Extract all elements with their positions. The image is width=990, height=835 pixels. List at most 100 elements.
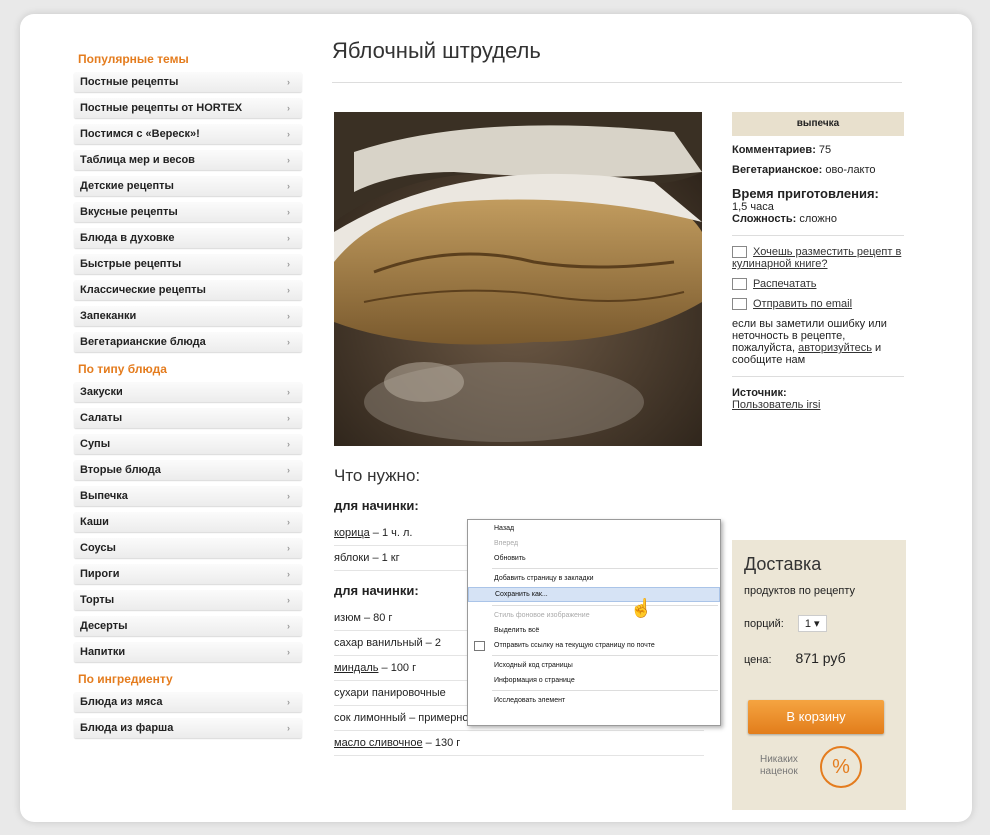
context-menu-label: Сохранить как... xyxy=(495,591,548,598)
envelope-icon xyxy=(732,298,747,311)
context-menu-item[interactable]: Добавить страницу в закладки xyxy=(468,572,720,585)
sidebar-item[interactable]: Торты › xyxy=(74,590,302,610)
ingredient-link[interactable]: корица xyxy=(334,527,370,539)
print-row: Распечатать xyxy=(732,278,904,291)
chevron-right-icon: › xyxy=(287,207,290,217)
sidebar-item-label: Таблица мер и весов xyxy=(80,154,195,166)
add-to-cart-button[interactable]: В корзину xyxy=(748,700,884,734)
sidebar-item[interactable]: Вегетарианские блюда › xyxy=(74,332,302,352)
context-menu-label: Добавить страницу в закладки xyxy=(494,575,594,582)
sidebar-item[interactable]: Блюда в духовке › xyxy=(74,228,302,248)
chevron-right-icon: › xyxy=(287,491,290,501)
sidebar-item-label: Блюда из фарша xyxy=(80,722,174,734)
ingredient-name: яблоки xyxy=(334,552,370,564)
sidebar-item[interactable]: Классические рецепты › xyxy=(74,280,302,300)
context-menu-label: Выделить всё xyxy=(494,627,540,634)
email-row: Отправить по email xyxy=(732,298,904,311)
category-badge[interactable]: выпечка xyxy=(732,112,904,136)
sidebar-item[interactable]: Пироги › xyxy=(74,564,302,584)
hand-cursor-icon: ☝ xyxy=(630,598,653,618)
ingredient-link[interactable]: масло сливочное xyxy=(334,737,423,749)
error-report: если вы заметили ошибку или неточность в… xyxy=(732,318,904,366)
chevron-right-icon: › xyxy=(287,155,290,165)
sidebar-item[interactable]: Блюда из фарша › xyxy=(74,718,302,738)
comments-label: Комментариев: xyxy=(732,144,816,156)
sidebar-item[interactable]: Запеканки › xyxy=(74,306,302,326)
delivery-subtitle: продуктов по рецепту xyxy=(744,585,856,597)
place-recipe-row: Хочешь разместить рецепт в кулинарной кн… xyxy=(732,246,904,270)
chevron-right-icon: › xyxy=(287,129,290,139)
sidebar-item[interactable]: Каши › xyxy=(74,512,302,532)
sidebar-item-label: Быстрые рецепты xyxy=(80,258,182,270)
portions-select[interactable]: 1 ▾ xyxy=(797,615,827,632)
sidebar-item-label: Десерты xyxy=(80,620,128,632)
chevron-right-icon: › xyxy=(287,103,290,113)
sidebar-item[interactable]: Салаты › xyxy=(74,408,302,428)
vegetarian-label: Вегетарианское: xyxy=(732,164,823,176)
sidebar-item[interactable]: Закуски › xyxy=(74,382,302,402)
printer-icon xyxy=(732,278,747,291)
sidebar-item[interactable]: Десерты › xyxy=(74,616,302,636)
sidebar-item-label: Закуски xyxy=(80,386,123,398)
login-link[interactable]: авторизуйтесь xyxy=(798,342,872,354)
context-menu: Назад Вперед Обновить Добавить страницу в з… xyxy=(467,519,721,726)
sidebar-item[interactable]: Детские рецепты › xyxy=(74,176,302,196)
sidebar-section-title: По ингредиенту xyxy=(78,672,173,686)
portions-value: 1 xyxy=(804,618,811,630)
sidebar-item[interactable]: Постимся с «Вереск»! › xyxy=(74,124,302,144)
sidebar-item[interactable]: Напитки › xyxy=(74,642,302,662)
sidebar-item-label: Каши xyxy=(80,516,109,528)
context-menu-item[interactable]: Сохранить как... xyxy=(468,587,720,602)
main-content: Яблочный штрудель выпечка Комментариев: … xyxy=(332,38,906,810)
ingredient-link[interactable]: миндаль xyxy=(334,662,378,674)
sidebar-item-label: Запеканки xyxy=(80,310,137,322)
email-link[interactable]: Отправить по email xyxy=(753,298,852,310)
context-menu-label: Исходный код страницы xyxy=(494,662,573,669)
ingredient-amount: – 130 г xyxy=(422,737,461,749)
sidebar-item-label: Напитки xyxy=(80,646,126,658)
chevron-right-icon: › xyxy=(287,181,290,191)
context-menu-item[interactable]: Отправить ссылку на текущую страницу по … xyxy=(468,639,720,652)
time-value: 1,5 часа xyxy=(732,201,774,213)
divider xyxy=(732,235,904,236)
chevron-right-icon: › xyxy=(287,387,290,397)
context-menu-item[interactable]: Назад xyxy=(468,522,720,535)
chevron-right-icon: › xyxy=(287,77,290,87)
vegetarian-value: ово-лакто xyxy=(825,164,876,176)
sidebar-item[interactable]: Соусы › xyxy=(74,538,302,558)
sidebar-item[interactable]: Быстрые рецепты › xyxy=(74,254,302,274)
context-menu-item[interactable]: Информация о странице xyxy=(468,674,720,687)
context-menu-item: Вперед xyxy=(468,537,720,550)
sidebar-item[interactable]: Постные рецепты от HORTEX › xyxy=(74,98,302,118)
ingredient-amount: – 2 xyxy=(422,637,441,649)
sidebar-section: Популярные темы Постные рецепты › Постные р… xyxy=(74,52,302,352)
sidebar-item-label: Детские рецепты xyxy=(80,180,174,192)
sidebar-item-label: Торты xyxy=(80,594,115,606)
price-row: цена: 871 руб xyxy=(744,650,906,666)
source-link[interactable]: Пользователь irsi xyxy=(732,399,904,411)
context-menu-label: Информация о странице xyxy=(494,677,575,684)
place-recipe-link[interactable]: Хочешь разместить рецепт в кулинарной кн… xyxy=(732,246,901,270)
sidebar-item[interactable]: Блюда из мяса › xyxy=(74,692,302,712)
context-menu-item[interactable]: Исходный код страницы xyxy=(468,659,720,672)
chevron-right-icon: › xyxy=(287,311,290,321)
chevron-right-icon: › xyxy=(287,697,290,707)
context-menu-item[interactable]: Исследовать элемент xyxy=(468,694,720,707)
context-menu-item[interactable]: Выделить всё xyxy=(468,624,720,637)
comments-value: 75 xyxy=(818,144,832,156)
chevron-right-icon: › xyxy=(287,465,290,475)
divider xyxy=(732,376,904,378)
difficulty-row: Сложность: сложно xyxy=(732,213,904,225)
print-link[interactable]: Распечатать xyxy=(753,278,816,290)
vegetarian-row: Вегетарианское: ово-лакто xyxy=(732,164,904,176)
chevron-right-icon: › xyxy=(287,259,290,269)
sidebar-item[interactable]: Вторые блюда › xyxy=(74,460,302,480)
delivery-box: Доставка продуктов по рецепту порций: 1 ▾… xyxy=(732,540,906,810)
sidebar-item[interactable]: Таблица мер и весов › xyxy=(74,150,302,170)
sidebar-item[interactable]: Выпечка › xyxy=(74,486,302,506)
sidebar-item[interactable]: Вкусные рецепты › xyxy=(74,202,302,222)
sidebar-item[interactable]: Супы › xyxy=(74,434,302,454)
sidebar-item-label: Блюда в духовке xyxy=(80,232,175,244)
context-menu-item[interactable]: Обновить xyxy=(468,552,720,565)
sidebar-item[interactable]: Постные рецепты › xyxy=(74,72,302,92)
